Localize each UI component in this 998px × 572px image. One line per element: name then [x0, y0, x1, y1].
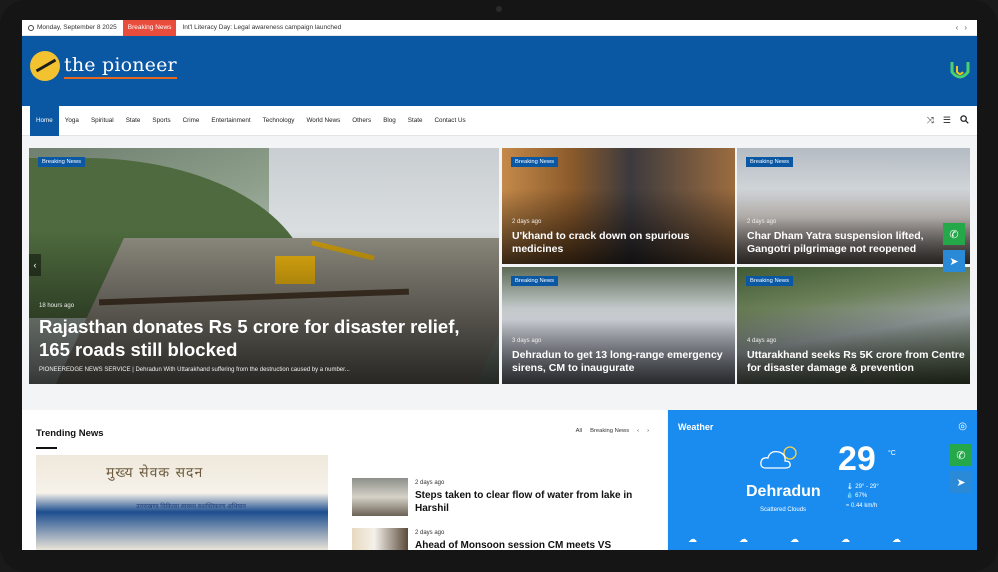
nav-item-blog[interactable]: Blog — [377, 106, 402, 136]
ticker-prev-button[interactable]: ‹ — [956, 23, 959, 32]
article-title[interactable]: Uttarakhand seeks Rs 5K crore from Centr… — [747, 349, 965, 375]
title-underline — [36, 447, 57, 449]
article-time: 18 hours ago — [39, 303, 75, 309]
featured-article-tile[interactable]: Breaking News 3 days ago Dehradun to get… — [502, 267, 735, 384]
whatsapp-share-button[interactable]: ✆ — [943, 223, 965, 245]
article-time: 2 days ago — [415, 530, 445, 536]
featured-news-grid: Breaking News 18 hours ago Rajasthan don… — [29, 148, 970, 384]
section-title: Trending News — [36, 428, 104, 439]
weather-widget: Weather ◎ 29 °C Dehradun Scattered Cloud… — [668, 410, 977, 550]
article-time: 2 days ago — [512, 219, 542, 225]
article-title[interactable]: Dehradun to get 13 long-range emergency … — [512, 349, 730, 375]
temperature-unit: °C — [888, 450, 896, 457]
humidity-value: 67% — [855, 493, 868, 500]
article-time: 2 days ago — [415, 480, 445, 486]
forecast-cloud-icon: ☁ — [841, 534, 850, 544]
article-time: 2 days ago — [747, 219, 777, 225]
whatsapp-share-button[interactable]: ✆ — [950, 444, 972, 466]
weather-title: Weather — [678, 422, 714, 432]
logo-text: the pioneer — [64, 54, 177, 79]
nav-item-sports[interactable]: Sports — [146, 106, 176, 136]
tab-breaking-news[interactable]: Breaking News — [590, 428, 629, 434]
article-title[interactable]: Steps taken to clear flow of water from … — [415, 489, 645, 515]
wind-icon: ≈ — [846, 502, 850, 509]
hindi-signboard-text: मुख्य सेवक सदन — [106, 465, 204, 481]
article-thumbnail — [352, 478, 408, 516]
nav-item-technology[interactable]: Technology — [257, 106, 301, 136]
cloud-sun-icon — [760, 446, 797, 469]
trending-list-item[interactable]: 2 days ago Ahead of Monsoon session CM m… — [352, 528, 645, 550]
trending-main-photo[interactable]: मुख्य सेवक सदन उत्तराखण्ड चिकित्सा स्वास… — [36, 455, 328, 550]
nav-item-state[interactable]: State — [120, 106, 147, 136]
breaking-news-badge[interactable]: Breaking News — [746, 276, 793, 286]
article-thumbnail — [352, 528, 408, 550]
hindi-banner-text: उत्तराखण्ड चिकित्सा स्वास्थ्य सशक्तिकरण … — [136, 504, 246, 510]
search-icon[interactable] — [960, 115, 969, 124]
trending-prev-button[interactable]: ‹ — [637, 428, 639, 434]
featured-main-article[interactable]: Breaking News 18 hours ago Rajasthan don… — [29, 148, 499, 384]
slider-prev-button[interactable]: ‹ — [29, 254, 41, 276]
featured-article-tile[interactable]: Breaking News 4 days ago Uttarakhand see… — [737, 267, 970, 384]
nav-item-crime[interactable]: Crime — [177, 106, 206, 136]
menu-icon[interactable]: ☰ — [943, 115, 951, 126]
telegram-share-button[interactable]: ➤ — [950, 471, 972, 493]
weather-description: Scattered Clouds — [760, 507, 807, 513]
main-navigation: Home Yoga Spiritual State Sports Crime E… — [22, 105, 977, 136]
brand-mark-icon — [950, 62, 970, 79]
breaking-news-ticker[interactable]: Int'l Literacy Day: Legal awareness camp… — [176, 24, 955, 31]
top-bar: Monday, September 8 2025 Breaking News I… — [22, 20, 977, 36]
weather-stats: 🌡 29° - 29° 💧 67% ≈ 0.44 km/h — [846, 483, 879, 511]
article-title[interactable]: Rajasthan donates Rs 5 crore for disaste… — [39, 315, 494, 361]
nav-item-entertainment[interactable]: Entertainment — [205, 106, 256, 136]
browser-viewport: Monday, September 8 2025 Breaking News I… — [22, 20, 977, 550]
trending-list-item[interactable]: 2 days ago Steps taken to clear flow of … — [352, 478, 645, 516]
camera-dot — [496, 6, 502, 12]
featured-article-tile[interactable]: Breaking News 2 days ago Char Dham Yatra… — [737, 148, 970, 264]
site-logo[interactable]: the pioneer — [30, 51, 177, 81]
clock-icon — [28, 24, 34, 31]
wind-value: 0.44 km/h — [850, 502, 878, 509]
date-text: Monday, September 8 2025 — [37, 24, 117, 31]
nav-item-world-news[interactable]: World News — [300, 106, 346, 136]
date-display: Monday, September 8 2025 — [22, 24, 123, 31]
article-title[interactable]: Char Dham Yatra suspension lifted, Gango… — [747, 230, 965, 256]
telegram-share-button[interactable]: ➤ — [943, 250, 965, 272]
nav-item-others[interactable]: Others — [346, 106, 377, 136]
breaking-news-badge[interactable]: Breaking News — [511, 276, 558, 286]
featured-article-tile[interactable]: Breaking News 2 days ago U'khand to crac… — [502, 148, 735, 264]
nav-item-state-2[interactable]: State — [402, 106, 429, 136]
humidity-icon: 💧 — [846, 493, 854, 500]
trending-news-section: Trending News All Breaking News ‹ › मुख्… — [22, 410, 667, 550]
nav-item-home[interactable]: Home — [30, 105, 59, 136]
article-title[interactable]: U'khand to crack down on spurious medici… — [512, 230, 730, 256]
article-title[interactable]: Ahead of Monsoon session CM meets VS spe… — [415, 539, 645, 550]
city-name: Dehradun — [746, 483, 821, 500]
nav-item-contact-us[interactable]: Contact Us — [429, 106, 472, 136]
forecast-cloud-icon: ☁ — [790, 534, 799, 544]
temperature-value: 29 — [838, 440, 876, 478]
forecast-cloud-icon: ☁ — [892, 534, 901, 544]
forecast-row: ☁ ☁ ☁ ☁ ☁ — [688, 534, 901, 545]
article-time: 3 days ago — [512, 338, 542, 344]
thermometer-icon: 🌡 — [846, 484, 854, 490]
forecast-cloud-icon: ☁ — [688, 534, 697, 544]
article-time: 4 days ago — [747, 338, 777, 344]
temperature-range: 29° - 29° — [855, 484, 879, 490]
ticker-next-button[interactable]: › — [964, 23, 967, 32]
trending-next-button[interactable]: › — [647, 428, 649, 434]
tab-all[interactable]: All — [576, 428, 582, 434]
breaking-news-label: Breaking News — [122, 20, 177, 36]
breaking-news-badge[interactable]: Breaking News — [38, 157, 85, 167]
shuffle-icon[interactable]: ⤨ — [927, 115, 934, 126]
breaking-news-badge[interactable]: Breaking News — [746, 157, 793, 167]
tablet-frame: Monday, September 8 2025 Breaking News I… — [0, 0, 998, 572]
breaking-news-badge[interactable]: Breaking News — [511, 157, 558, 167]
site-header: the pioneer — [22, 36, 977, 106]
nav-item-yoga[interactable]: Yoga — [59, 106, 85, 136]
logo-emblem-icon — [30, 51, 60, 81]
forecast-cloud-icon: ☁ — [739, 534, 748, 544]
article-excerpt: PIONEEREDGE NEWS SERVICE | Dehradun With… — [39, 367, 350, 373]
nav-item-spiritual[interactable]: Spiritual — [85, 106, 120, 136]
location-icon[interactable]: ◎ — [958, 421, 967, 432]
